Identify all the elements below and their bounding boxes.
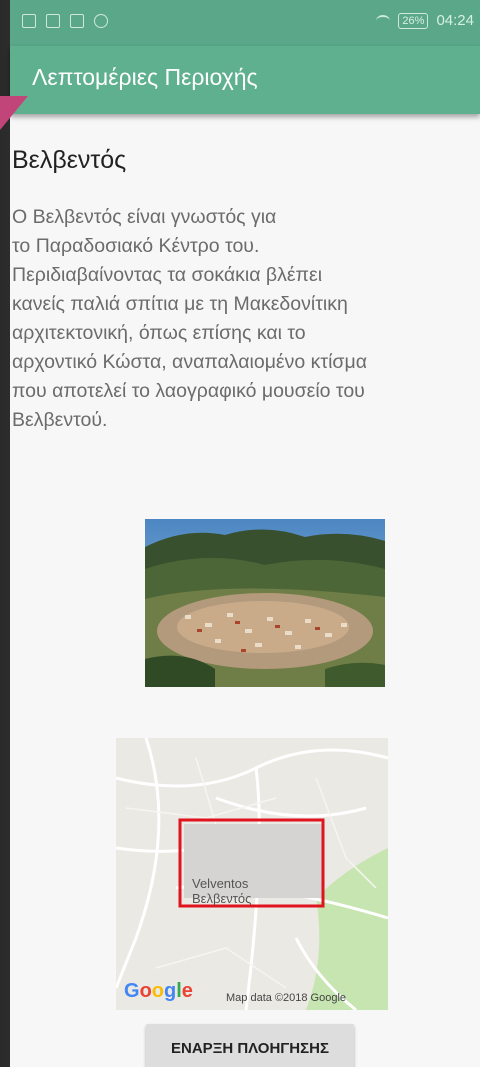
logo-letter: o: [139, 980, 152, 1002]
google-logo: Google: [124, 980, 193, 1003]
drawer-edge-indicator: [0, 96, 28, 130]
app-bar: Λεπτομέριες Περιοχής: [10, 46, 480, 114]
clock: 04:24: [436, 12, 474, 29]
map-icon: [70, 14, 84, 28]
page-title: Λεπτομέριες Περιοχής: [32, 64, 258, 90]
location-map[interactable]: Velventos Βελβεντός Google Map data ©201…: [116, 738, 388, 1010]
logo-letter: o: [151, 980, 164, 1002]
battery-indicator: 26%: [398, 12, 429, 29]
logo-letter: G: [124, 980, 140, 1002]
logo-letter: e: [181, 980, 193, 1002]
place-photo: [145, 519, 385, 687]
status-bar: 26% 04:24: [10, 0, 480, 46]
map-label-latin: Velventos: [192, 876, 249, 891]
wifi-icon: [376, 14, 391, 27]
app-screen: 26% 04:24 Λεπτομέριες Περιοχής Βελβεντός…: [0, 0, 480, 1067]
notification-icons: [22, 14, 108, 28]
map-attribution: Map data ©2018 Google: [226, 992, 347, 1004]
start-navigation-button[interactable]: ΕΝΑΡΞΗ ΠΛΟΗΓΗΣΗΣ: [146, 1024, 354, 1067]
details-content: Βελβεντός Ο Βελβεντός είναι γνωστός για …: [10, 114, 480, 1067]
map-place-label: Velventos Βελβεντός: [192, 876, 251, 906]
map-label-greek: Βελβεντός: [192, 891, 252, 906]
place-description: Ο Βελβεντός είναι γνωστός για το Παραδοσ…: [12, 206, 367, 431]
logo-letter: g: [164, 980, 177, 1002]
place-name: Βελβεντός: [12, 146, 127, 174]
notification-icon: [22, 14, 36, 28]
status-right: 26% 04:24: [376, 12, 474, 29]
app-icon: [94, 14, 108, 28]
image-icon: [46, 14, 60, 28]
